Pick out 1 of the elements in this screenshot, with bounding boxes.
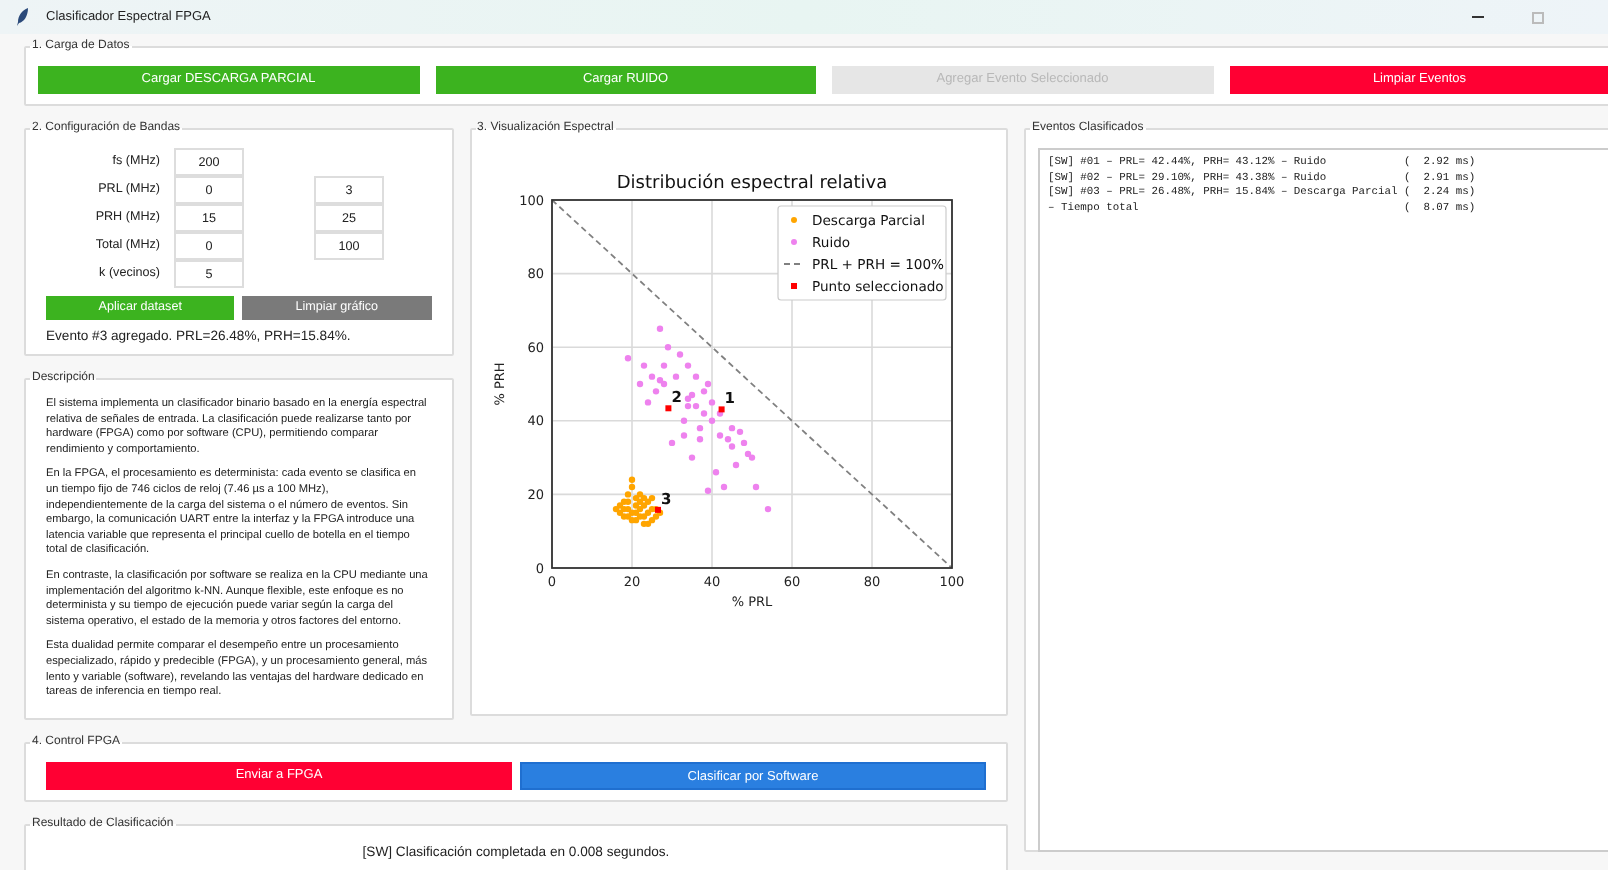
chart-title: Distribución espectral relativa [615,174,887,194]
